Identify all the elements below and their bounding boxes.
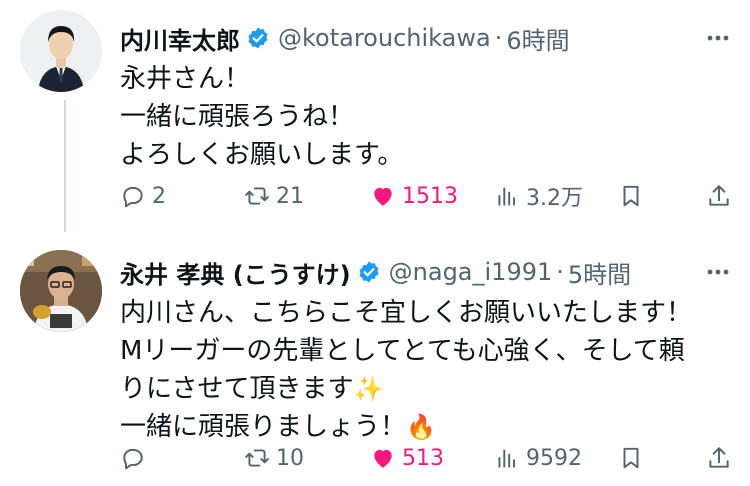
verified-icon: [359, 261, 379, 283]
views-count: 9592: [526, 445, 582, 471]
avatar[interactable]: [20, 10, 102, 92]
reply-button[interactable]: 2: [120, 183, 166, 209]
tweet-line-text: りにさせて頂きます: [120, 374, 354, 404]
tweet-line: 内川さん、こちらこそ宜しくお願いいたします！: [120, 298, 693, 328]
tweet-line: りにさせて頂きます✨: [120, 370, 750, 408]
tweet: 内川幸太郎 @kotarouchikawa · 6時間 永井さん！ 一緒に頑張ろ…: [120, 18, 750, 211]
share-icon: [709, 185, 729, 206]
tweet-text: 永井さん！ 一緒に頑張ろうね！ よろしくお願いします。: [120, 60, 750, 174]
author-handle[interactable]: @kotarouchikawa: [278, 24, 491, 52]
reply-button[interactable]: [120, 445, 152, 471]
bookmark-button[interactable]: [618, 445, 644, 471]
tweet-line: よろしくお願いします。: [120, 140, 404, 170]
more-icon[interactable]: [704, 258, 732, 286]
tweet-line: 永井さん！: [120, 64, 251, 94]
views-icon: [498, 187, 516, 206]
retweet-button[interactable]: 21: [244, 183, 304, 209]
timestamp[interactable]: 6時間: [506, 21, 569, 56]
action-bar: 2 21 1513 3.2万: [120, 176, 750, 216]
share-button[interactable]: [706, 445, 732, 471]
avatar[interactable]: [20, 250, 102, 332]
like-button[interactable]: 513: [370, 445, 444, 471]
like-button[interactable]: 1513: [370, 183, 458, 209]
like-count: 1513: [402, 183, 458, 209]
views-icon: [498, 449, 516, 468]
views-button[interactable]: 9592: [494, 445, 582, 471]
tweet-text: 内川さん、こちらこそ宜しくお願いいたします！ Mリーガーの先輩としてとても心強く…: [120, 294, 750, 446]
reply-icon: [123, 186, 143, 208]
share-icon: [709, 447, 729, 468]
share-button[interactable]: [706, 183, 732, 209]
sparkles-emoji: ✨: [353, 375, 384, 403]
reply-count: 2: [152, 183, 166, 209]
timestamp[interactable]: 5時間: [568, 255, 631, 290]
author-name[interactable]: 内川幸太郎: [120, 21, 240, 56]
views-button[interactable]: 3.2万: [494, 180, 583, 212]
like-icon: [374, 187, 392, 206]
retweet-count: 10: [276, 445, 304, 471]
separator: ·: [494, 24, 503, 52]
retweet-count: 21: [276, 183, 304, 209]
bookmark-icon: [623, 447, 639, 469]
verified-icon: [248, 27, 268, 49]
thread-line: [64, 100, 66, 232]
action-bar: 10 513 9592: [120, 438, 750, 478]
fire-emoji: 🔥: [406, 413, 436, 441]
like-count: 513: [402, 445, 444, 471]
bookmark-icon: [623, 185, 639, 207]
retweet-button[interactable]: 10: [244, 445, 304, 471]
author-handle[interactable]: @naga_i1991: [389, 258, 553, 286]
author-name[interactable]: 永井 孝典 (こうすけ): [120, 255, 351, 290]
separator: ·: [556, 258, 564, 286]
tweet-line: 一緒に頑張ろうね！: [120, 102, 355, 132]
retweet-icon: [245, 449, 269, 467]
reply-icon: [123, 448, 143, 470]
retweet-icon: [245, 187, 269, 205]
tweet-line: Mリーガーの先輩としてとても心強く、そして頼: [120, 336, 685, 366]
tweet: 永井 孝典 (こうすけ) @naga_i1991 · 5時間 内川さん、こちらこ…: [120, 252, 750, 471]
views-count: 3.2万: [526, 186, 583, 211]
bookmark-button[interactable]: [618, 183, 644, 209]
like-icon: [374, 449, 392, 468]
more-icon[interactable]: [704, 24, 732, 52]
